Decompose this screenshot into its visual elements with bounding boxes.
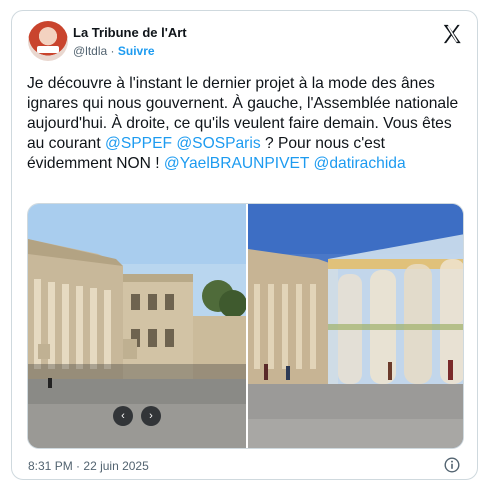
x-logo-icon[interactable] xyxy=(441,23,463,45)
timestamp[interactable]: 8:31 PM · 22 juin 2025 xyxy=(28,459,149,473)
left-photo[interactable] xyxy=(28,204,247,449)
mention-link[interactable]: @YaelBRAUNPIVET xyxy=(164,155,309,172)
follow-button[interactable]: Suivre xyxy=(118,44,155,58)
separator: · xyxy=(76,459,81,473)
chevron-left-icon: ‹ xyxy=(121,410,125,422)
mention-link[interactable]: @SOSParis xyxy=(176,135,260,152)
mention-link[interactable]: @datirachida xyxy=(314,155,406,172)
right-photo[interactable] xyxy=(248,204,464,449)
avatar-label-icon xyxy=(37,46,59,53)
tweet-time: 8:31 PM xyxy=(28,459,73,473)
previous-image-button[interactable]: ‹ xyxy=(113,406,133,426)
tweet-card: La Tribune de l'Art @ltdla · Suivre Je d… xyxy=(11,10,478,480)
account-name[interactable]: La Tribune de l'Art xyxy=(73,25,187,40)
tweet-text: Je découvre à l'instant le dernier proje… xyxy=(27,74,467,174)
tweet-date: 22 juin 2025 xyxy=(83,459,149,473)
mention-link[interactable]: @SPPEF xyxy=(105,135,172,152)
account-handle[interactable]: @ltdla xyxy=(73,44,107,58)
handle-row: @ltdla · Suivre xyxy=(73,44,155,58)
next-image-button[interactable]: › xyxy=(141,406,161,426)
avatar[interactable] xyxy=(28,21,68,61)
separator: · xyxy=(110,44,115,58)
info-icon[interactable] xyxy=(444,457,460,473)
media-gallery[interactable]: ‹ › xyxy=(27,203,464,449)
chevron-right-icon: › xyxy=(149,410,153,422)
